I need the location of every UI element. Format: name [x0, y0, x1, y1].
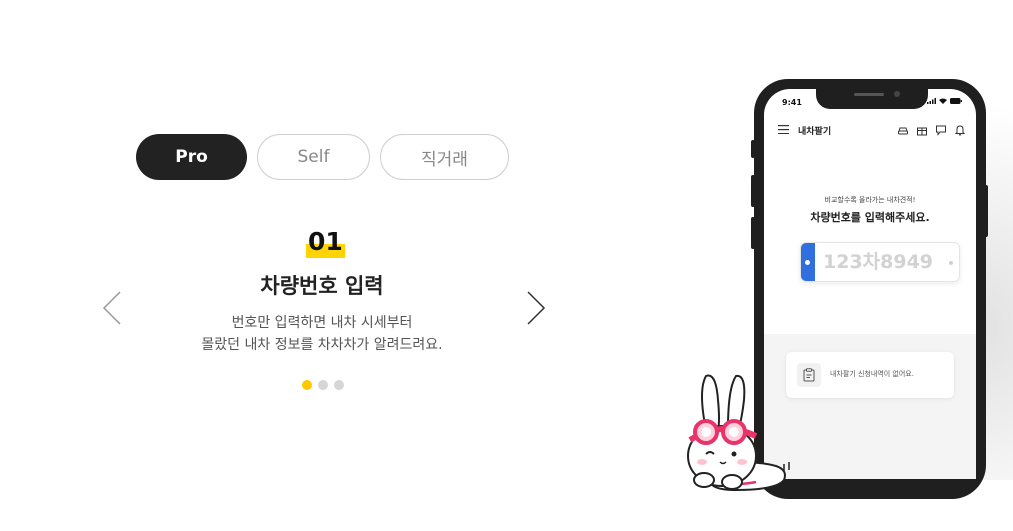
plate-band	[801, 243, 815, 281]
pagination-dot[interactable]	[302, 380, 312, 390]
gift-icon[interactable]	[916, 124, 928, 136]
rabbit-mascot	[687, 374, 790, 492]
tab-pro[interactable]: Pro	[136, 134, 247, 180]
chat-icon[interactable]	[935, 124, 947, 136]
chevron-left-icon	[102, 291, 121, 325]
pagination-dot[interactable]	[318, 380, 328, 390]
app-header: 내차팔기	[764, 119, 976, 143]
bell-icon[interactable]	[954, 124, 966, 136]
status-time: 9:41	[782, 98, 802, 107]
step-title: 차량번호 입력	[260, 274, 384, 298]
page: Pro Self 직거래 01 차량번호 입력 번호만 입력하면 내차 시세부터…	[0, 0, 1013, 531]
plate-prompt: 차량번호를 입력해주세요.	[810, 211, 930, 224]
empty-history-card: 내차팔기 신청내역이 없어요.	[786, 352, 954, 398]
tab-direct-trade[interactable]: 직거래	[380, 134, 509, 180]
empty-history-message: 내차팔기 신청내역이 없어요.	[830, 370, 914, 378]
signal-icon	[927, 98, 936, 104]
license-plate-input[interactable]	[823, 249, 949, 275]
pagination-dot[interactable]	[334, 380, 344, 390]
battery-icon	[950, 98, 962, 104]
plate-rivet	[949, 261, 953, 265]
phone-notch	[816, 89, 928, 109]
car-wash-icon[interactable]	[897, 124, 909, 136]
header-icons	[897, 124, 966, 136]
clipboard-icon	[803, 368, 815, 382]
slide-pagination	[302, 380, 344, 390]
wifi-icon	[939, 98, 947, 104]
status-icons	[927, 98, 962, 104]
promo-subtext: 비교할수록 올라가는 내차견적!	[824, 196, 916, 204]
chevron-right-icon	[527, 291, 546, 325]
tab-self[interactable]: Self	[257, 134, 370, 180]
next-slide-button[interactable]	[524, 290, 548, 326]
step-description: 번호만 입력하면 내차 시세부터 몰랐던 내차 정보를 차차차가 알려드려요.	[142, 312, 502, 356]
step-number: 01	[306, 226, 345, 258]
menu-icon[interactable]	[778, 125, 789, 134]
step-description-line-1: 번호만 입력하면 내차 시세부터	[231, 315, 413, 331]
prev-slide-button[interactable]	[100, 290, 124, 326]
license-plate-field[interactable]	[800, 242, 960, 282]
app-title: 내차팔기	[798, 127, 832, 137]
clipboard-icon-box	[797, 363, 821, 387]
step-description-line-2: 몰랐던 내차 정보를 차차차가 알려드려요.	[201, 337, 443, 353]
